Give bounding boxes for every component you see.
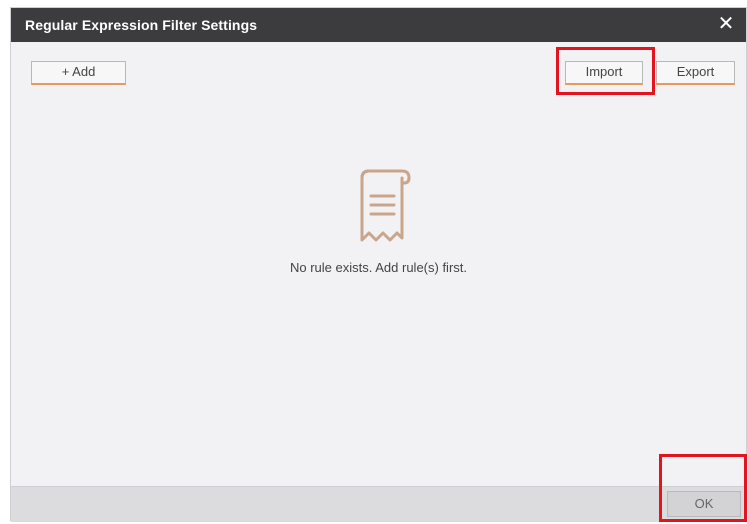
empty-state-message: No rule exists. Add rule(s) first. — [290, 260, 467, 275]
add-rule-button[interactable]: + Add — [31, 61, 126, 85]
regex-filter-settings-dialog: Regular Expression Filter Settings ✕ + A… — [10, 7, 747, 522]
receipt-icon — [360, 169, 411, 242]
dialog-titlebar: Regular Expression Filter Settings ✕ — [11, 8, 746, 42]
dialog-title: Regular Expression Filter Settings — [25, 17, 258, 33]
ok-highlight-box — [659, 454, 747, 522]
import-highlight-box — [556, 47, 655, 95]
export-button[interactable]: Export — [656, 61, 735, 85]
close-icon[interactable]: ✕ — [714, 12, 738, 36]
dialog-footer — [11, 486, 746, 522]
